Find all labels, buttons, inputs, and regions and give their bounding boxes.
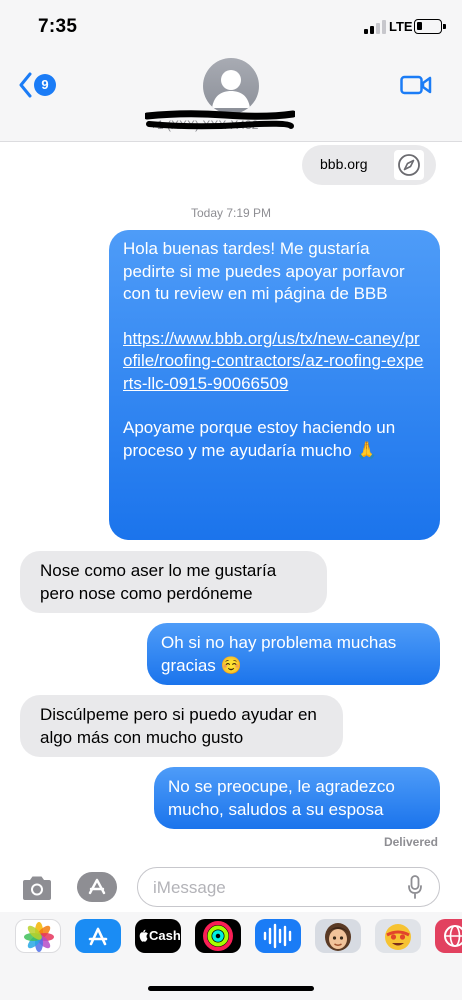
apple-cash-app[interactable]: Cash	[135, 919, 181, 953]
redaction-scribble	[145, 110, 295, 130]
network-type: LTE	[389, 19, 413, 34]
outgoing-message[interactable]: Oh si no hay problema muchas gracias ☺️	[147, 623, 440, 685]
home-indicator[interactable]	[148, 986, 314, 991]
message-text: Apoyame porque estoy haciendo un proceso…	[123, 418, 396, 460]
video-camera-icon	[400, 75, 432, 95]
animoji-icon	[385, 924, 411, 950]
facetime-video-button[interactable]	[400, 74, 432, 96]
imessage-input[interactable]: iMessage	[137, 867, 440, 907]
link-preview-domain: bbb.org	[320, 156, 368, 172]
memoji-app[interactable]	[315, 919, 361, 953]
app-store-app[interactable]	[75, 919, 121, 953]
message-text: Discúlpeme pero si puedo ayudar en algo …	[40, 705, 317, 747]
message-text: No se preocupe, le agradezco mucho, salu…	[168, 777, 395, 819]
message-text: Oh si no hay problema muchas gracias ☺️	[161, 633, 397, 675]
microphone-icon	[408, 875, 422, 899]
input-placeholder: iMessage	[153, 878, 226, 897]
messages-screen: 7:35 LTE 9 +1 (XXX) XXX-X432 bbb.org Tod…	[0, 0, 462, 1000]
camera-button[interactable]	[20, 874, 54, 902]
globe-icon	[444, 925, 462, 947]
chevron-left-icon	[19, 72, 32, 98]
camera-icon	[23, 876, 51, 900]
apple-cash-label: Cash	[149, 928, 181, 943]
dictation-button[interactable]	[408, 875, 422, 899]
app-store-icon	[88, 927, 108, 946]
message-text: Hola buenas tardes! Me gustaría pedirte …	[123, 239, 405, 303]
photos-icon	[24, 922, 54, 952]
memoji-icon	[325, 923, 351, 951]
link-preview-bubble[interactable]: bbb.org	[302, 145, 436, 185]
activity-icon	[203, 921, 233, 951]
message-text: Nose como aser lo me gustaría pero nose …	[40, 561, 277, 603]
message-link[interactable]: https://www.bbb.org/us/tx/new-caney/prof…	[123, 328, 426, 396]
conversation-header: 7:35 LTE 9 +1 (XXX) XXX-X432	[0, 0, 462, 142]
audio-message-icon	[263, 923, 292, 949]
activity-app[interactable]	[195, 919, 241, 953]
cellular-signal-icon	[364, 20, 386, 34]
incoming-message[interactable]: Discúlpeme pero si puedo ayudar en algo …	[20, 695, 343, 757]
unread-count-badge: 9	[34, 74, 56, 96]
safari-compass-icon	[394, 150, 424, 180]
audio-message-app[interactable]	[255, 919, 301, 953]
person-silhouette-icon	[212, 70, 250, 108]
back-button[interactable]: 9	[16, 72, 60, 100]
animoji-app[interactable]	[375, 919, 421, 953]
delivery-status: Delivered	[383, 835, 438, 849]
outgoing-message[interactable]: Hola buenas tardes! Me gustaría pedirte …	[109, 230, 440, 540]
app-store-icon	[77, 872, 117, 902]
battery-icon	[414, 19, 446, 34]
photos-app[interactable]	[15, 919, 61, 953]
outgoing-message[interactable]: No se preocupe, le agradezco mucho, salu…	[154, 767, 440, 829]
app-store-button[interactable]	[76, 871, 118, 903]
incoming-message[interactable]: Nose como aser lo me gustaría pero nose …	[20, 551, 327, 613]
globe-app[interactable]	[435, 919, 462, 953]
contact-avatar[interactable]	[203, 58, 259, 114]
message-timestamp: Today 7:19 PM	[190, 206, 272, 220]
status-time: 7:35	[38, 16, 78, 37]
